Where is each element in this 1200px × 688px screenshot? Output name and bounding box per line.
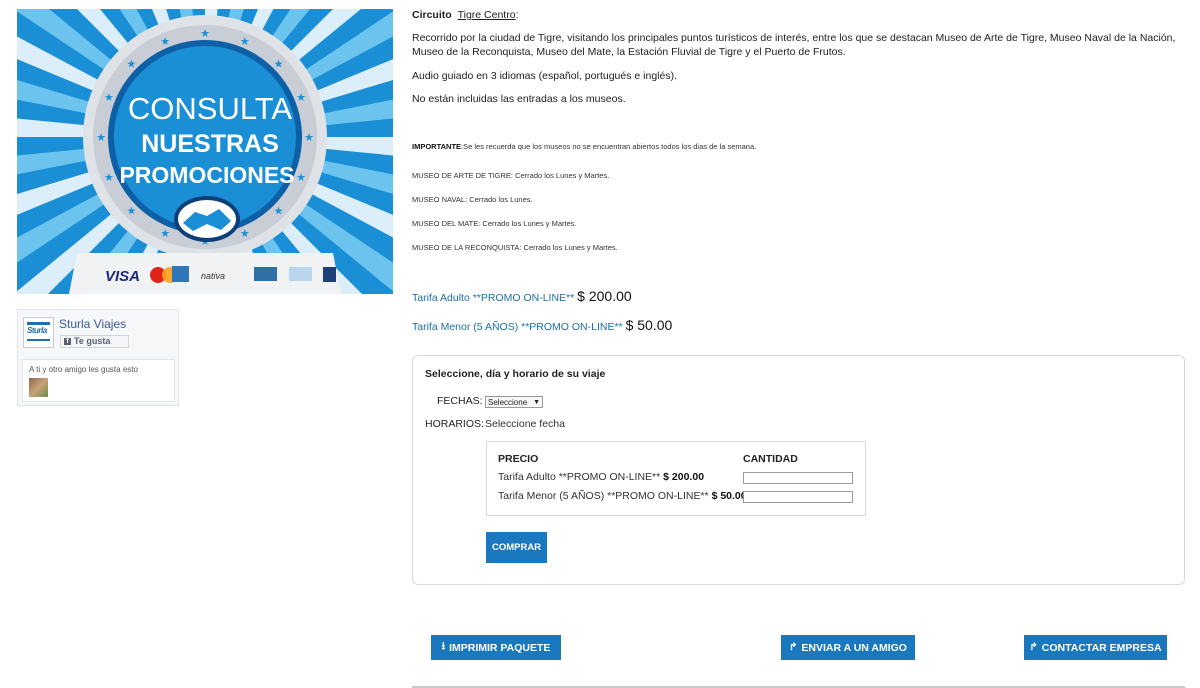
card-visa: VISA — [105, 268, 140, 285]
star-icon: ★ — [96, 132, 106, 144]
logo-text: Sturla — [27, 326, 47, 335]
tarifa-adulto: Tarifa Adulto **PROMO ON-LINE** $ 200.00 — [412, 288, 632, 304]
logo-stripe — [27, 339, 50, 341]
fechas-selected-value: Seleccione — [488, 398, 528, 407]
important-notice: IMPORTANTE:Se les recuerda que los museo… — [412, 142, 756, 151]
description-paragraph: Recorrido por la ciudad de Tigre, visita… — [412, 32, 1176, 58]
museum-hours-item: MUSEO DE LA RECONQUISTA: Cerrado los Lun… — [412, 243, 618, 252]
row-price: $ 50.00 — [711, 490, 747, 502]
friends-like-box: A ti y otro amigo les gusta esto — [22, 359, 175, 402]
star-icon: ★ — [240, 36, 250, 48]
important-label: IMPORTANTE — [412, 142, 462, 151]
star-icon: ★ — [160, 228, 170, 240]
star-icon: ★ — [274, 206, 284, 218]
send-to-friend-button[interactable]: ↱ ENVIAR A UN AMIGO — [781, 635, 915, 660]
share-arrow-icon: ↱ — [789, 642, 798, 653]
price-header: PRECIO — [498, 453, 539, 465]
like-button[interactable]: f Te gusta — [60, 335, 129, 348]
print-label: IMPRIMIR PAQUETE — [449, 641, 551, 654]
like-label: Te gusta — [74, 336, 111, 346]
star-icon: ★ — [274, 58, 284, 70]
quantity-input-adulto[interactable] — [743, 472, 853, 484]
friends-like-text: A ti y otro amigo les gusta esto — [29, 365, 138, 374]
star-icon: ★ — [304, 132, 314, 144]
horarios-label: HORARIOS: — [425, 418, 484, 430]
send-label: ENVIAR A UN AMIGO — [801, 641, 907, 654]
print-package-button[interactable]: ⭳ IMPRIMIR PAQUETE — [431, 635, 561, 660]
card-nativa: nativa — [201, 271, 225, 281]
row-label: Tarifa Menor (5 AÑOS) **PROMO ON-LINE** — [498, 490, 709, 502]
museum-entries-note: No están incluidas las entradas a los mu… — [412, 93, 626, 105]
star-icon: ★ — [200, 28, 210, 40]
share-arrow-icon: ↱ — [1029, 642, 1038, 653]
facebook-icon: f — [64, 338, 71, 345]
download-icon: ⭳ — [441, 641, 446, 652]
star-icon: ★ — [127, 206, 137, 218]
chevron-down-icon: ▼ — [533, 399, 540, 406]
circuit-suffix: : — [515, 9, 519, 21]
banner-line2: NUESTRAS — [141, 130, 279, 158]
tarifa-label: Tarifa Adulto **PROMO ON-LINE** — [412, 292, 575, 304]
booking-title: Seleccione, día y horario de su viaje — [425, 368, 606, 380]
logo-stripe — [27, 322, 50, 325]
row-price: $ 200.00 — [663, 471, 705, 483]
banner-line3: PROMOCIONES — [119, 162, 294, 188]
banner-line1: CONSULTA — [128, 91, 293, 126]
circuit-name-link[interactable]: Tigre Centro — [458, 9, 516, 21]
handshake-icon — [174, 196, 240, 242]
card-naranja-icon — [254, 267, 277, 281]
audio-guide-text: Audio guiado en 3 idiomas (español, port… — [412, 70, 678, 82]
star-icon: ★ — [296, 172, 306, 184]
star-icon: ★ — [160, 36, 170, 48]
museum-hours-item: MUSEO NAVAL: Cerrado los Lunes. — [412, 195, 533, 204]
card-diners-icon — [323, 267, 336, 282]
museum-hours-item: MUSEO DE ARTE DE TIGRE: Cerrado los Lune… — [412, 171, 610, 180]
price-row-menor: Tarifa Menor (5 AÑOS) **PROMO ON-LINE** … — [498, 490, 747, 502]
company-logo[interactable]: Sturla — [23, 317, 54, 348]
museum-hours-item: MUSEO DEL MATE: Cerrado los Lunes y Mart… — [412, 219, 577, 228]
tarifa-price: $ 50.00 — [625, 317, 673, 333]
facebook-like-box: Sturla Sturla Viajes f Te gusta A ti y ot… — [17, 309, 179, 406]
contact-label: CONTACTAR EMPRESA — [1041, 641, 1162, 654]
star-icon: ★ — [127, 58, 137, 70]
friend-avatar[interactable] — [29, 378, 48, 397]
star-icon: ★ — [104, 172, 114, 184]
circuit-label: Circuito — [412, 9, 452, 21]
star-icon: ★ — [296, 92, 306, 104]
card-amex-icon — [172, 266, 189, 282]
tarifa-price: $ 200.00 — [577, 288, 632, 304]
horarios-value: Seleccione fecha — [485, 418, 565, 430]
fechas-label: FECHAS: — [437, 395, 483, 407]
fechas-select[interactable]: Seleccione ▼ — [485, 396, 543, 408]
important-text: :Se les recuerda que los museos no se en… — [461, 142, 757, 151]
promo-banner-graphic: ★★★★★★★★★★★★★★★★ CONSULTA NUESTRAS PROMO… — [17, 9, 393, 294]
star-icon: ★ — [240, 228, 250, 240]
tarifa-label: Tarifa Menor (5 AÑOS) **PROMO ON-LINE** — [412, 321, 623, 333]
card-cabal-icon — [289, 267, 312, 281]
comprar-button[interactable]: COMPRAR — [486, 532, 547, 563]
circuit-heading: Circuito Tigre Centro: — [412, 8, 518, 22]
contact-company-button[interactable]: ↱ CONTACTAR EMPRESA — [1024, 635, 1167, 660]
quantity-header: CANTIDAD — [743, 453, 798, 465]
star-icon: ★ — [104, 92, 114, 104]
promo-banner[interactable]: ★ ★ ★ ★ ★ ★ ★ ★ ★ ★ ★ ★ ★ ★ ★ ★ CONSULTA NUESTRAS PROMO… — [17, 9, 393, 294]
facebook-page-name[interactable]: Sturla Viajes — [59, 317, 126, 331]
row-label: Tarifa Adulto **PROMO ON-LINE** — [498, 471, 661, 483]
quantity-input-menor[interactable] — [743, 491, 853, 503]
tarifa-menor: Tarifa Menor (5 AÑOS) **PROMO ON-LINE** … — [412, 317, 672, 333]
price-row-adulto: Tarifa Adulto **PROMO ON-LINE** $ 200.00 — [498, 471, 704, 483]
